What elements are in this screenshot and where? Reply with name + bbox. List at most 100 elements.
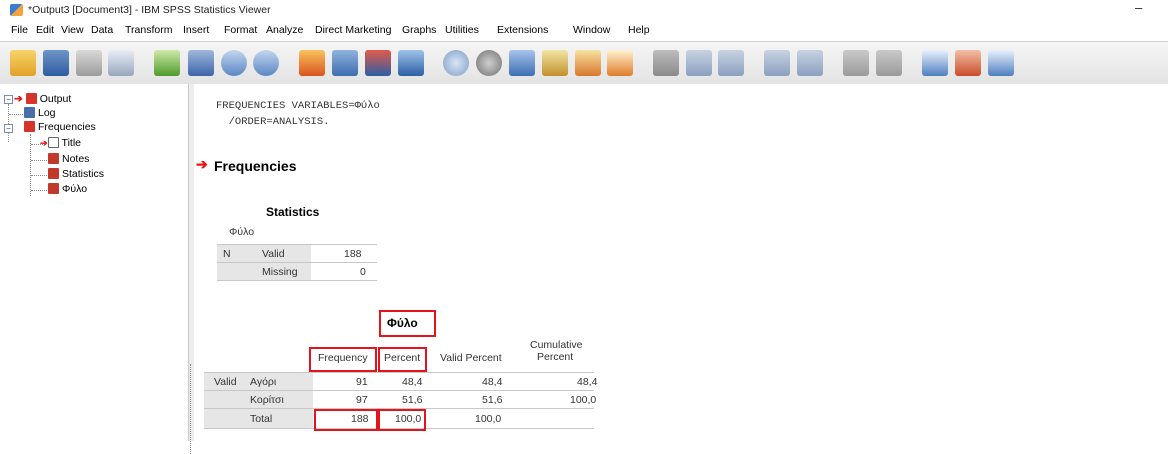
syntax-line-1: FREQUENCIES VARIABLES=Φύλο (216, 100, 380, 112)
expand-icon[interactable] (764, 50, 790, 76)
save-icon[interactable] (43, 50, 69, 76)
stat-valid-label: Valid (262, 248, 285, 260)
menu-transform[interactable]: Transform (125, 24, 172, 36)
collapse-output-toggle[interactable]: − (4, 95, 13, 104)
row-boy-percent: 48,4 (402, 376, 423, 388)
circles-icon[interactable] (476, 50, 502, 76)
title-bar: *Output3 [Document3] - IBM SPSS Statisti… (0, 0, 1168, 20)
hide-icon[interactable] (876, 50, 902, 76)
variables-icon[interactable] (365, 50, 391, 76)
print-icon[interactable] (76, 50, 102, 76)
header-percent: Percent (384, 352, 421, 364)
menu-format[interactable]: Format (224, 24, 257, 36)
collapse-frequencies-toggle[interactable]: − (4, 124, 13, 133)
stat-missing-label: Missing (262, 266, 298, 278)
header-cumulative-1: Cumulative (530, 339, 583, 351)
menu-analyze[interactable]: Analyze (266, 24, 303, 36)
insert-table-icon[interactable] (398, 50, 424, 76)
current-arrow-icon: ➔ (40, 138, 48, 148)
row-total-frequency: 188 (351, 413, 369, 425)
stat-missing-value: 0 (360, 266, 366, 278)
output-content: FREQUENCIES VARIABLES=Φύλο /ORDER=ANALYS… (194, 84, 1168, 441)
window-title: *Output3 [Document3] - IBM SPSS Statisti… (28, 4, 271, 16)
pie-icon[interactable] (443, 50, 469, 76)
outline-pane: − ➔ Output Log − Frequencies ➔ Title Note… (0, 84, 188, 441)
collapse-icon[interactable] (797, 50, 823, 76)
section-arrow-icon: ➔ (196, 156, 208, 172)
value-labels-icon[interactable] (542, 50, 568, 76)
goto-case-icon[interactable] (299, 50, 325, 76)
header-cumulative-2: Percent (537, 351, 574, 363)
row-boy-valid-percent: 48,4 (482, 376, 503, 388)
select-cases-icon[interactable] (509, 50, 535, 76)
header-valid-percent: Valid Percent (440, 352, 502, 364)
designate-window-icon[interactable] (575, 50, 601, 76)
promote-icon[interactable] (686, 50, 712, 76)
export-icon[interactable] (154, 50, 180, 76)
current-arrow-icon: ➔ (14, 93, 23, 105)
tree-item-title[interactable]: ➔ Title (40, 137, 81, 149)
stat-valid-value: 188 (344, 248, 362, 260)
menu-file[interactable]: File (11, 24, 28, 36)
menu-extensions[interactable]: Extensions (497, 24, 548, 36)
show-all-icon[interactable] (653, 50, 679, 76)
minimize-button[interactable]: – (1135, 0, 1142, 15)
insert-text-icon[interactable] (988, 50, 1014, 76)
row-boy-frequency: 91 (356, 376, 368, 388)
menu-insert[interactable]: Insert (183, 24, 209, 36)
tree-item-statistics[interactable]: Statistics (48, 168, 104, 180)
goto-variable-icon[interactable] (332, 50, 358, 76)
log-icon (24, 107, 35, 118)
show-icon[interactable] (843, 50, 869, 76)
menu-view[interactable]: View (61, 24, 84, 36)
row-total-percent: 100,0 (395, 413, 422, 425)
tree-item-output[interactable]: ➔ Output (14, 93, 71, 105)
title-icon (47, 137, 59, 148)
tree-item-log[interactable]: Log (24, 107, 56, 119)
table-icon (48, 153, 59, 164)
tree-item-fylo[interactable]: Φύλο (48, 183, 87, 195)
row-total-valid-percent: 100,0 (475, 413, 502, 425)
app-icon (10, 4, 23, 16)
tree-item-notes[interactable]: Notes (48, 153, 89, 165)
book-icon (24, 121, 35, 132)
open-icon[interactable] (10, 50, 36, 76)
menu-edit[interactable]: Edit (36, 24, 54, 36)
menu-utilities[interactable]: Utilities (445, 24, 479, 36)
undo-icon[interactable] (221, 50, 247, 76)
row-girl-valid-percent: 51,6 (482, 394, 503, 406)
stat-n-label: N (223, 248, 231, 260)
table-icon (48, 183, 59, 194)
group-valid-label: Valid (214, 376, 237, 388)
menu-window[interactable]: Window (573, 24, 610, 36)
print-preview-icon[interactable] (108, 50, 134, 76)
redo-icon[interactable] (253, 50, 279, 76)
menu-direct-marketing[interactable]: Direct Marketing (315, 24, 391, 36)
menu-help[interactable]: Help (628, 24, 650, 36)
menu-data[interactable]: Data (91, 24, 113, 36)
row-girl-cumulative: 100,0 (570, 394, 597, 406)
insert-title-icon[interactable] (955, 50, 981, 76)
header-frequency: Frequency (318, 352, 368, 364)
statistics-title: Statistics (266, 205, 320, 219)
row-label-total: Total (250, 413, 273, 425)
statistics-variable: Φύλο (229, 226, 255, 238)
tree-item-frequencies[interactable]: Frequencies (24, 121, 96, 133)
menu-graphs[interactable]: Graphs (402, 24, 436, 36)
row-boy-cumulative: 48,4 (577, 376, 598, 388)
row-girl-percent: 51,6 (402, 394, 423, 406)
row-label-boy: Αγόρι (250, 376, 277, 388)
recall-dialog-icon[interactable] (188, 50, 214, 76)
frequency-table-title: Φύλο (387, 316, 418, 330)
demote-icon[interactable] (718, 50, 744, 76)
toolbar (0, 41, 1168, 85)
table-icon (48, 168, 59, 179)
row-label-girl: Κορίτσι (250, 394, 284, 406)
menu-bar: File Edit View Data Transform Insert For… (0, 20, 1168, 41)
row-girl-frequency: 97 (356, 394, 368, 406)
syntax-line-2: /ORDER=ANALYSIS. (216, 116, 330, 128)
script-icon[interactable] (607, 50, 633, 76)
section-title[interactable]: Frequencies (214, 158, 296, 174)
insert-header-icon[interactable] (922, 50, 948, 76)
book-icon (25, 93, 37, 104)
